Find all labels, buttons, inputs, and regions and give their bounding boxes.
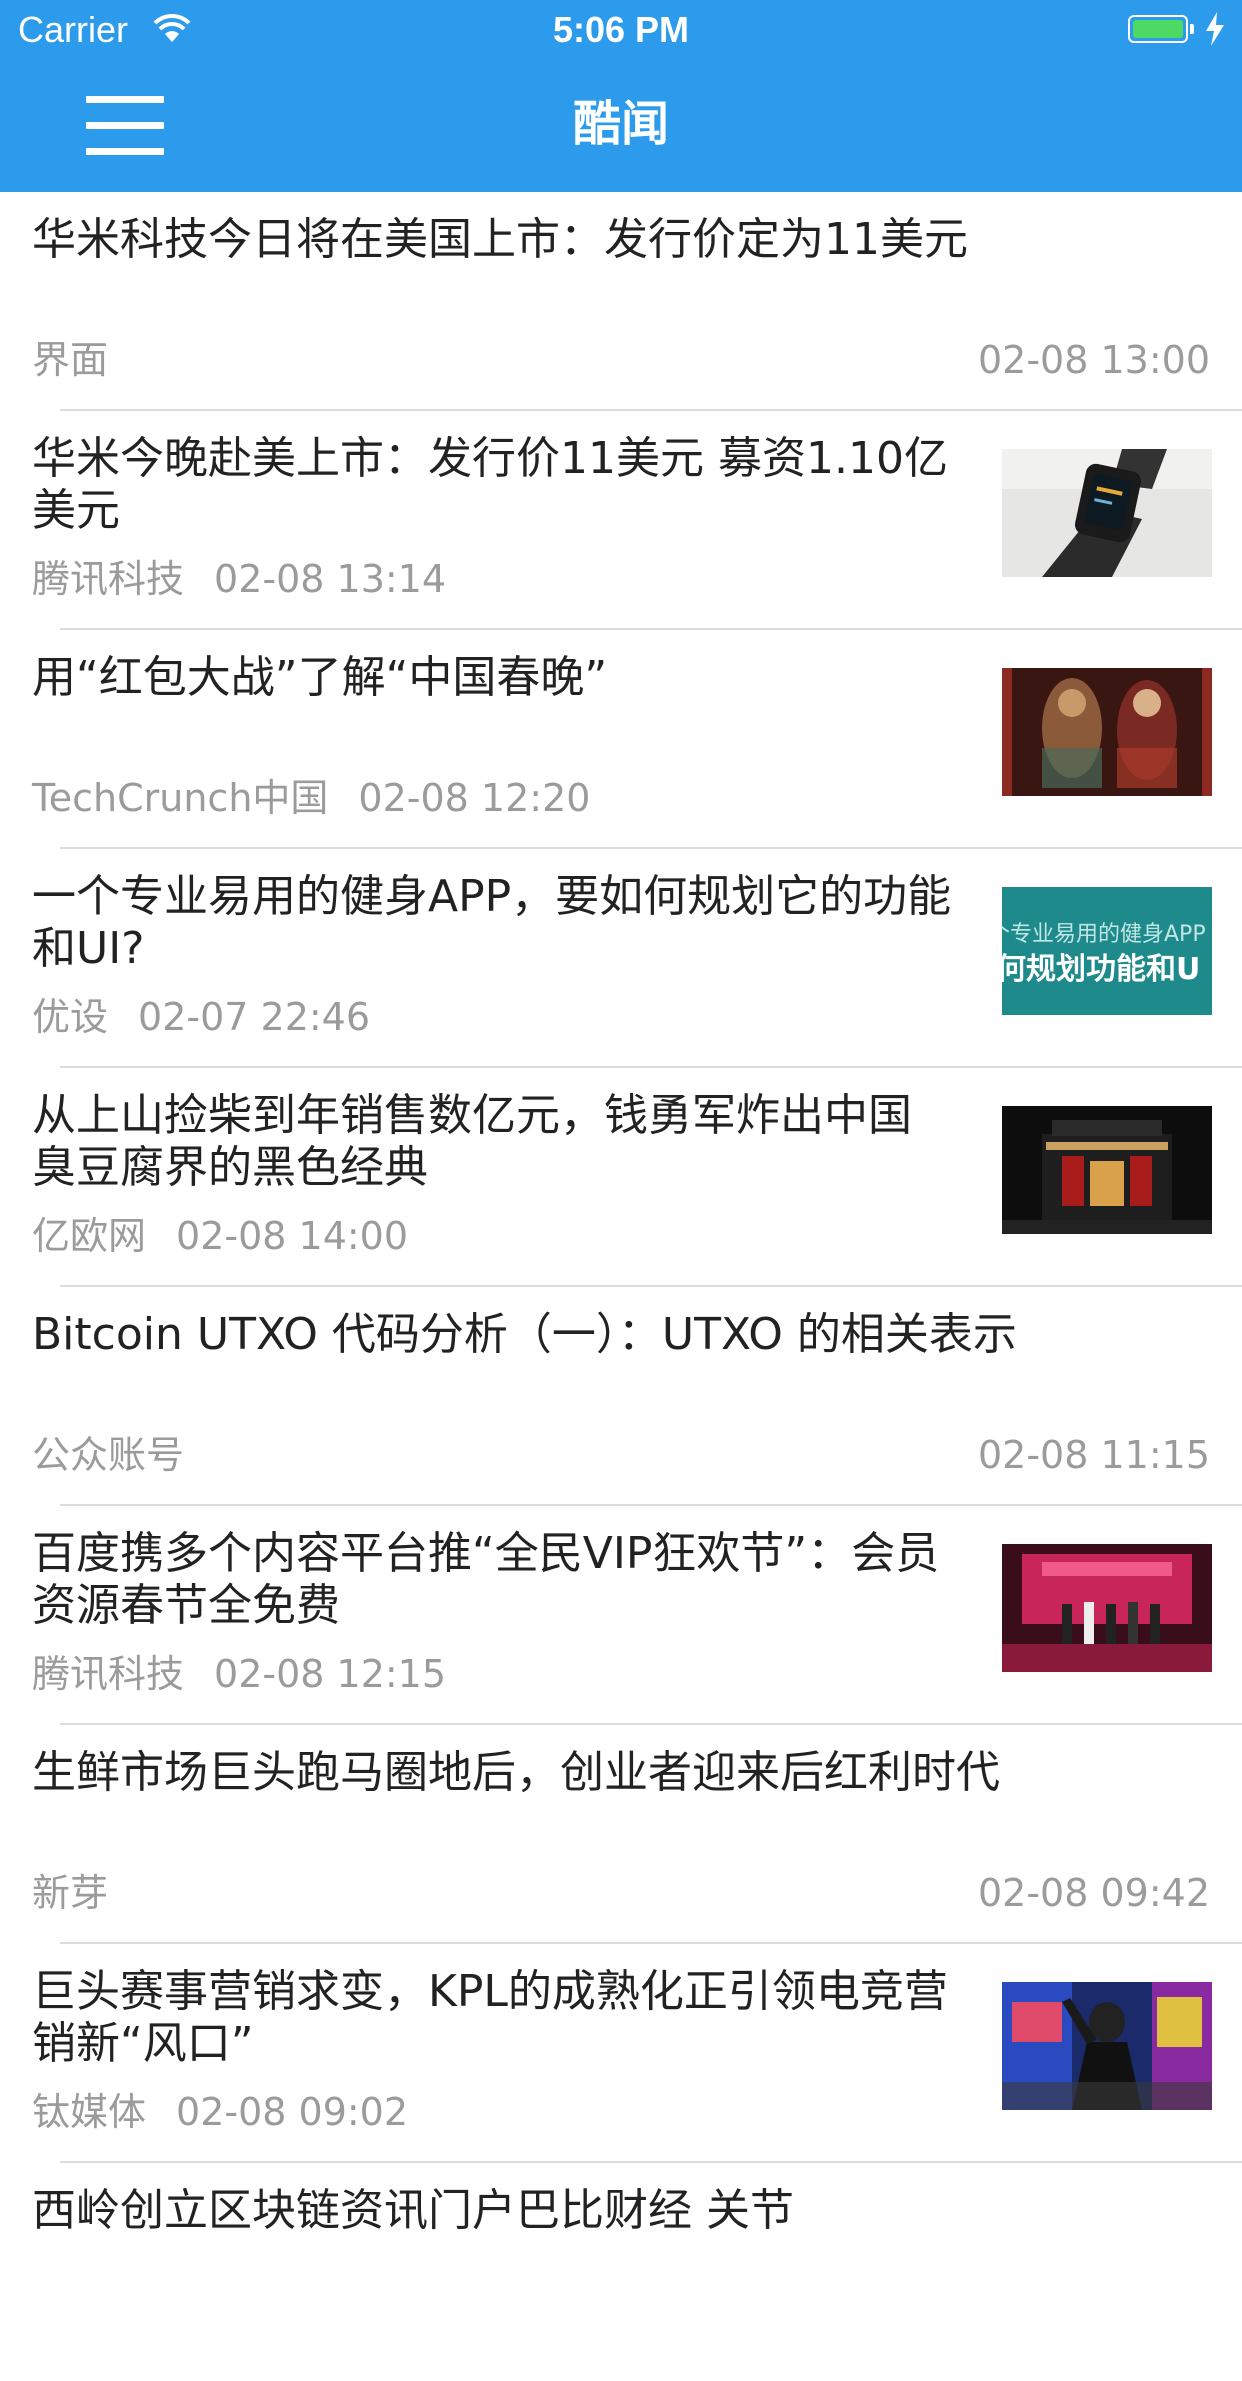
news-meta: 优设 02-07 22:46 <box>32 993 370 1041</box>
news-title: 西岭创立区块链资讯门户巴比财经 关节 <box>32 2185 794 2236</box>
news-title: 用“红包大战”了解“中国春晚” <box>32 652 608 703</box>
news-title: 一个专业易用的健身APP，要如何规划它的功能和UI? <box>32 871 952 974</box>
news-meta: TechCrunch中国 02-08 12:20 <box>32 774 590 822</box>
news-item[interactable]: 华米科技今日将在美国上市：发行价定为11美元 界面 02-08 13:00 <box>0 192 1242 410</box>
news-time: 02-08 14:00 <box>176 1214 409 1258</box>
news-time: 02-07 22:46 <box>138 995 371 1039</box>
news-item[interactable]: 百度携多个内容平台推“全民VIP狂欢节”：会员资源春节全免费 腾讯科技 02-08… <box>0 1506 1242 1724</box>
news-item[interactable]: 华米今晚赴美上市：发行价11美元 募资1.10亿美元 腾讯科技 02-08 13:… <box>0 411 1242 629</box>
event-stage-thumbnail <box>1002 1544 1212 1672</box>
news-time: 02-08 13:14 <box>214 557 447 601</box>
news-time: 02-08 12:15 <box>214 1652 447 1696</box>
news-item[interactable]: 巨头赛事营销求变，KPL的成熟化正引领电竞营销新“风口” 钛媒体 02-08 09… <box>0 1944 1242 2162</box>
banner-text-1: 个专业易用的健身APP <box>1002 922 1206 947</box>
news-meta: 亿欧网 02-08 14:00 <box>32 1212 408 1260</box>
news-time: 02-08 09:42 <box>977 1871 1210 1915</box>
news-time: 02-08 12:20 <box>358 776 591 820</box>
news-item[interactable]: 一个专业易用的健身APP，要如何规划它的功能和UI? 优设 02-07 22:46… <box>0 849 1242 1067</box>
news-source: 钛媒体 <box>32 2090 147 2134</box>
news-source: 腾讯科技 <box>32 557 185 601</box>
news-meta: 腾讯科技 02-08 12:15 <box>32 1650 446 1698</box>
news-title: 从上山捡柴到年销售数亿元，钱勇军炸出中国臭豆腐界的黑色经典 <box>32 1090 912 1193</box>
news-time: 02-08 11:15 <box>977 1433 1210 1477</box>
status-time: 5:06 PM <box>552 9 690 50</box>
news-title: 华米科技今日将在美国上市：发行价定为11美元 <box>32 214 968 265</box>
storefront-thumbnail <box>1002 1106 1212 1234</box>
news-source: TechCrunch中国 <box>32 776 329 820</box>
news-item[interactable]: Bitcoin UTXO 代码分析（一）：UTXO 的相关表示 公众账号 02-… <box>0 1287 1242 1505</box>
news-meta: 腾讯科技 02-08 13:14 <box>32 555 446 603</box>
news-source: 公众账号 <box>32 1433 185 1477</box>
status-bar: Carrier 5:06 PM <box>0 0 1242 60</box>
news-source: 优设 <box>32 995 109 1039</box>
news-time: 02-08 13:00 <box>977 338 1210 382</box>
news-source: 腾讯科技 <box>32 1652 185 1696</box>
news-title: 百度携多个内容平台推“全民VIP狂欢节”：会员资源春节全免费 <box>32 1528 940 1631</box>
news-title: 华米今晚赴美上市：发行价11美元 募资1.10亿美元 <box>32 433 948 536</box>
banner-text-2: 何规划功能和U <box>1002 952 1200 987</box>
battery-tip <box>1190 24 1194 34</box>
fitness-banner-thumbnail: 个专业易用的健身APP 何规划功能和U <box>1002 887 1212 1015</box>
smartwatch-thumbnail <box>1002 449 1212 577</box>
news-time: 02-08 09:02 <box>176 2090 409 2134</box>
news-source: 新芽 <box>32 1871 109 1915</box>
news-title: Bitcoin UTXO 代码分析（一）：UTXO 的相关表示 <box>32 1309 1017 1360</box>
news-item[interactable]: 西岭创立区块链资讯门户巴比财经 关节 <box>0 2163 1242 2381</box>
chinese-painting-thumbnail <box>1002 668 1212 796</box>
news-source: 亿欧网 <box>32 1214 147 1258</box>
charging-bolt-icon <box>1206 12 1224 46</box>
news-title: 巨头赛事营销求变，KPL的成熟化正引领电竞营销新“风口” <box>32 1966 948 2069</box>
news-item[interactable]: 生鲜市场巨头跑马圈地后，创业者迎来后红利时代 新芽 02-08 09:42 <box>0 1725 1242 1943</box>
nav-title: 酷闻 <box>572 96 669 152</box>
esports-thumbnail <box>1002 1982 1212 2110</box>
news-item[interactable]: 从上山捡柴到年销售数亿元，钱勇军炸出中国臭豆腐界的黑色经典 亿欧网 02-08 1… <box>0 1068 1242 1286</box>
news-title: 生鲜市场巨头跑马圈地后，创业者迎来后红利时代 <box>32 1747 1000 1798</box>
battery-icon <box>1128 15 1188 43</box>
news-source: 界面 <box>32 338 109 382</box>
navigation-bar: 酷闻 <box>0 60 1242 192</box>
news-item[interactable]: 用“红包大战”了解“中国春晚” TechCrunch中国 02-08 12:20 <box>0 630 1242 848</box>
news-meta: 钛媒体 02-08 09:02 <box>32 2088 408 2136</box>
